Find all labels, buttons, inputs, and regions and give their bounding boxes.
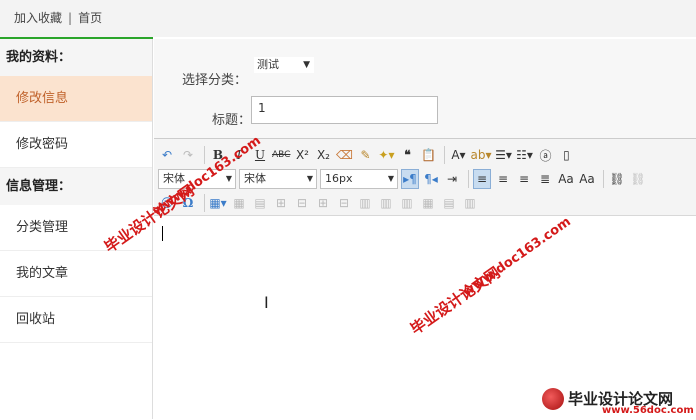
font-family-select[interactable]: 宋体 ▼	[239, 169, 317, 189]
redo-icon[interactable]: ↷	[179, 145, 197, 165]
insert-col-icon[interactable]: ⊞	[314, 193, 332, 213]
chevron-down-icon: ▼	[387, 174, 394, 183]
sidebar-item-change-password[interactable]: 修改密码	[0, 122, 152, 168]
insert-row-icon[interactable]: ⊞	[272, 193, 290, 213]
top-bar: 加入收藏 | 首页	[0, 0, 696, 37]
rtl-direction-icon[interactable]: ¶◂	[422, 169, 440, 189]
select-all-icon[interactable]: ⓐ	[536, 145, 554, 165]
align-right-icon[interactable]: ≡	[515, 169, 533, 189]
unordered-list-icon[interactable]: ☷▾	[515, 145, 533, 165]
sidebar-heading-info-manage: 信息管理：	[0, 168, 152, 205]
ordered-list-icon[interactable]: ☰▾	[494, 145, 512, 165]
font-size-value: 16px	[325, 172, 353, 185]
font-size-select[interactable]: 16px ▼	[320, 169, 398, 189]
sidebar-item-my-articles[interactable]: 我的文章	[0, 251, 152, 297]
merge-right-icon[interactable]: ▥	[377, 193, 395, 213]
logo-url: www.56doc.com	[602, 405, 694, 416]
toolbar-divider	[444, 146, 446, 164]
title-input[interactable]: 1	[251, 96, 438, 124]
text-caret	[162, 226, 163, 241]
main-content: 选择分类： 测试 ▼ 标题： 1 ↶ ↷ B I U ABC X² X₂ ⌫ ✎…	[154, 39, 696, 419]
auto-format-icon[interactable]: ✦▾	[377, 145, 395, 165]
link-separator: |	[68, 11, 73, 25]
top-links: 加入收藏 | 首页	[14, 9, 102, 26]
insert-table-icon[interactable]: ▦▾	[209, 193, 227, 213]
align-left-icon[interactable]: ≡	[473, 169, 491, 189]
sidebar-item-edit-info[interactable]: 修改信息	[0, 76, 152, 122]
link-icon[interactable]: ⛓	[608, 169, 626, 189]
chevron-down-icon: ▼	[225, 174, 232, 183]
new-document-icon[interactable]: ▯	[557, 145, 575, 165]
strikethrough-icon[interactable]: ABC	[272, 145, 290, 165]
split-cells-icon[interactable]: ▦	[419, 193, 437, 213]
undo-icon[interactable]: ↶	[158, 145, 176, 165]
site-logo: 毕业设计论文网 www.56doc.com	[538, 388, 696, 419]
logo-emblem-icon	[542, 388, 564, 410]
sidebar-heading-profile: 我的资料：	[0, 39, 152, 76]
chevron-down-icon: ▼	[306, 174, 313, 183]
delete-col-icon[interactable]: ⊟	[335, 193, 353, 213]
chevron-down-icon: ▼	[303, 60, 310, 70]
merge-cells-icon[interactable]: ▥	[356, 193, 374, 213]
toolbar-row-2: 宋体 ▼ 宋体 ▼ 16px ▼ ▸¶ ¶◂ ⇥ ≡ ≡ ≡ ≣ Aa Aa ⛓…	[158, 167, 650, 191]
eraser-icon[interactable]: ⌫	[335, 145, 353, 165]
case-icon[interactable]: Aa	[557, 169, 575, 189]
align-justify-icon[interactable]: ≣	[536, 169, 554, 189]
ltr-direction-icon[interactable]: ▸¶	[401, 169, 419, 189]
add-favorite-link[interactable]: 加入收藏	[14, 11, 62, 25]
split-rows-icon[interactable]: ▤	[440, 193, 458, 213]
font-family-value: 宋体	[244, 172, 266, 185]
align-center-icon[interactable]: ≡	[494, 169, 512, 189]
uppercase-icon[interactable]: Aa	[578, 169, 596, 189]
title-label: 标题：	[212, 113, 252, 128]
sidebar-item-recycle-bin[interactable]: 回收站	[0, 297, 152, 343]
delete-table-icon[interactable]: ▦	[230, 193, 248, 213]
rich-text-editor: ↶ ↷ B I U ABC X² X₂ ⌫ ✎ ✦▾ ❝ 📋 A▾ ab▾ ☰▾…	[154, 138, 696, 419]
format-brush-icon[interactable]: ✎	[356, 145, 374, 165]
superscript-icon[interactable]: X²	[293, 145, 311, 165]
ibeam-cursor-icon: I	[264, 293, 269, 312]
toolbar-divider	[603, 170, 604, 188]
subscript-icon[interactable]: X₂	[314, 145, 332, 165]
split-cols-icon[interactable]: ▥	[461, 193, 479, 213]
highlight-icon[interactable]: ab▾	[470, 145, 491, 165]
toolbar-row-3: ☺ Ω ▦▾ ▦ ▤ ⊞ ⊟ ⊞ ⊟ ▥ ▥ ▥ ▦ ▤ ▥	[158, 191, 482, 215]
delete-row-icon[interactable]: ⊟	[293, 193, 311, 213]
font-color-icon[interactable]: A▾	[449, 145, 467, 165]
home-link[interactable]: 首页	[78, 11, 102, 25]
category-label: 选择分类：	[182, 73, 248, 88]
toolbar-divider	[204, 146, 205, 164]
insert-para-before-table-icon[interactable]: ▤	[251, 193, 269, 213]
merge-down-icon[interactable]: ▥	[398, 193, 416, 213]
quote-icon[interactable]: ❝	[398, 145, 416, 165]
indent-icon[interactable]: ⇥	[443, 169, 461, 189]
toolbar-divider	[204, 194, 205, 212]
paste-text-icon[interactable]: 📋	[419, 145, 437, 165]
unlink-icon[interactable]: ⛓	[629, 169, 647, 189]
category-select[interactable]: 测试 ▼	[254, 57, 314, 73]
category-select-value: 测试	[257, 58, 279, 71]
toolbar-divider	[468, 170, 469, 188]
